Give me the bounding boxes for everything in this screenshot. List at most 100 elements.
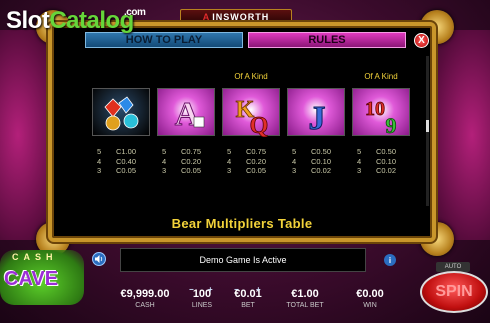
watermark-slot: Slot [6,7,50,34]
pay-count: 5 [227,147,232,156]
svg-text:10: 10 [365,98,385,120]
pay-amount: C0.10 [311,156,332,166]
pay-row: 5 C0.50 [352,147,410,157]
king-queen-pay-values: 5 C0.75 4 C0.20 3 C0.05 [222,147,280,176]
close-button[interactable]: X [414,33,429,48]
pay-amount: C0.05 [181,166,202,175]
win-stat: €0.00 WIN [348,287,392,310]
watermark-com: .com [124,7,146,18]
pay-count: 3 [162,166,167,175]
pay-amount: C0.50 [376,147,397,156]
pay-row: 4 C0.20 [157,157,215,167]
tab-rules[interactable]: RULES [248,32,406,48]
game-logo-main-word: CAVE [4,268,59,290]
pay-count: 5 [162,147,167,156]
watermark-catalog: Catalog [49,7,134,34]
pay-amount: C0.10 [376,156,397,166]
total-bet-value: €1.00 [291,288,319,300]
pay-amount: C0.02 [311,166,332,175]
pay-amount: C0.75 [181,147,202,156]
pay-count: 5 [97,147,102,156]
cash-stat: €9,999.00 CASH [114,287,176,310]
spin-button[interactable]: SPIN [420,271,488,313]
bet-decrease-button[interactable]: − [234,285,239,294]
pay-amount: C1.00 [116,147,137,156]
svg-text:J: J [309,100,326,137]
bet-label: BET [241,302,255,309]
ten-nine-symbol-icon: 10 9 [352,88,410,138]
pay-amount: C0.05 [116,166,137,175]
pay-count: 3 [357,166,362,175]
game-logo-top-word: CASH [12,252,58,262]
pay-count: 4 [292,156,297,166]
jack-pay-values: 5 C0.50 4 C0.10 3 C0.02 [287,147,345,176]
cash-value: €9,999.00 [120,288,170,300]
pay-count: 5 [357,147,362,156]
pay-row: 4 C0.10 [287,157,345,167]
provider-logo-mark: A [202,11,211,22]
pay-count: 4 [227,156,232,166]
lines-label: LINES [191,302,213,309]
pay-amount: C0.20 [246,156,267,166]
bet-increase-button[interactable]: + [256,285,261,294]
pay-row: 3 C0.05 [157,166,215,176]
status-message: Demo Game Is Active [199,255,287,265]
gems-pay-values: 5 C1.00 4 C0.40 3 C0.05 [92,147,150,176]
bet-stat: − + €0.01 BET [228,285,268,310]
bottom-stats-bar: €9,999.00 CASH − + 100 LINES − + €0.01 B… [110,283,420,323]
pay-amount: C0.20 [181,156,202,166]
gems-symbol-icon [92,88,150,136]
of-a-kind-label: Of A Kind [234,72,268,81]
win-value: €0.00 [356,288,384,300]
pay-count: 3 [97,166,102,175]
pay-count: 4 [357,156,362,166]
lines-stat: − + 100 LINES [184,285,220,310]
speaker-icon[interactable] [92,252,106,266]
jack-symbol-icon: J [287,88,345,138]
lines-increase-button[interactable]: + [208,285,213,294]
total-bet-label: TOTAL BET [286,302,324,309]
pay-row: 4 C0.10 [352,157,410,167]
svg-text:Q: Q [250,113,269,137]
paytable-panel: HOW TO PLAY RULES X Of A Kind Of A Kind … [48,22,436,242]
slotcatalog-watermark: SlotCatalog .com [6,6,146,36]
ten-nine-pay-values: 5 C0.50 4 C0.10 3 C0.02 [352,147,410,176]
paytable-scrollbar[interactable] [426,56,429,206]
scrollbar-thumb[interactable] [426,120,429,132]
pay-amount: C0.02 [376,166,397,175]
pay-amount: C0.05 [246,166,267,175]
lines-decrease-button[interactable]: − [189,285,194,294]
pay-row: 5 C0.75 [222,147,280,157]
pay-count: 3 [292,166,297,175]
pay-row: 4 C0.20 [222,157,280,167]
pay-count: 3 [227,166,232,175]
king-queen-symbol-icon: K Q [222,88,280,139]
game-logo: CASH CAVE [0,250,84,305]
bear-multipliers-title: Bear Multipliers Table [171,216,313,231]
pay-row: 3 C0.02 [287,166,345,176]
ace-symbol-icon: A [157,88,215,136]
svg-text:9: 9 [386,113,397,137]
info-icon[interactable]: i [384,254,396,266]
pay-amount: C0.40 [116,156,137,166]
pay-amount: C0.75 [246,147,267,156]
ace-pay-values: 5 C0.75 4 C0.20 3 C0.05 [157,147,215,176]
svg-text:A: A [175,96,200,133]
cash-label: CASH [135,302,155,309]
pay-row: 3 C0.05 [222,166,280,176]
pay-count: 5 [292,147,297,156]
pay-amount: C0.50 [311,147,332,156]
pay-count: 4 [162,156,167,166]
pay-row: 5 C0.50 [287,147,345,157]
pay-row: 5 C1.00 [92,147,150,157]
of-a-kind-label: Of A Kind [364,72,398,81]
pay-row: 3 C0.05 [92,166,150,176]
win-label: WIN [363,302,377,309]
total-bet-stat: €1.00 TOTAL BET [278,287,332,310]
pay-count: 4 [97,156,102,166]
status-message-bar: Demo Game Is Active [120,248,366,272]
pay-row: 3 C0.02 [352,166,410,176]
pay-row: 5 C0.75 [157,147,215,157]
provider-logo-name: INSWORTH [212,11,270,22]
pay-row: 4 C0.40 [92,157,150,167]
